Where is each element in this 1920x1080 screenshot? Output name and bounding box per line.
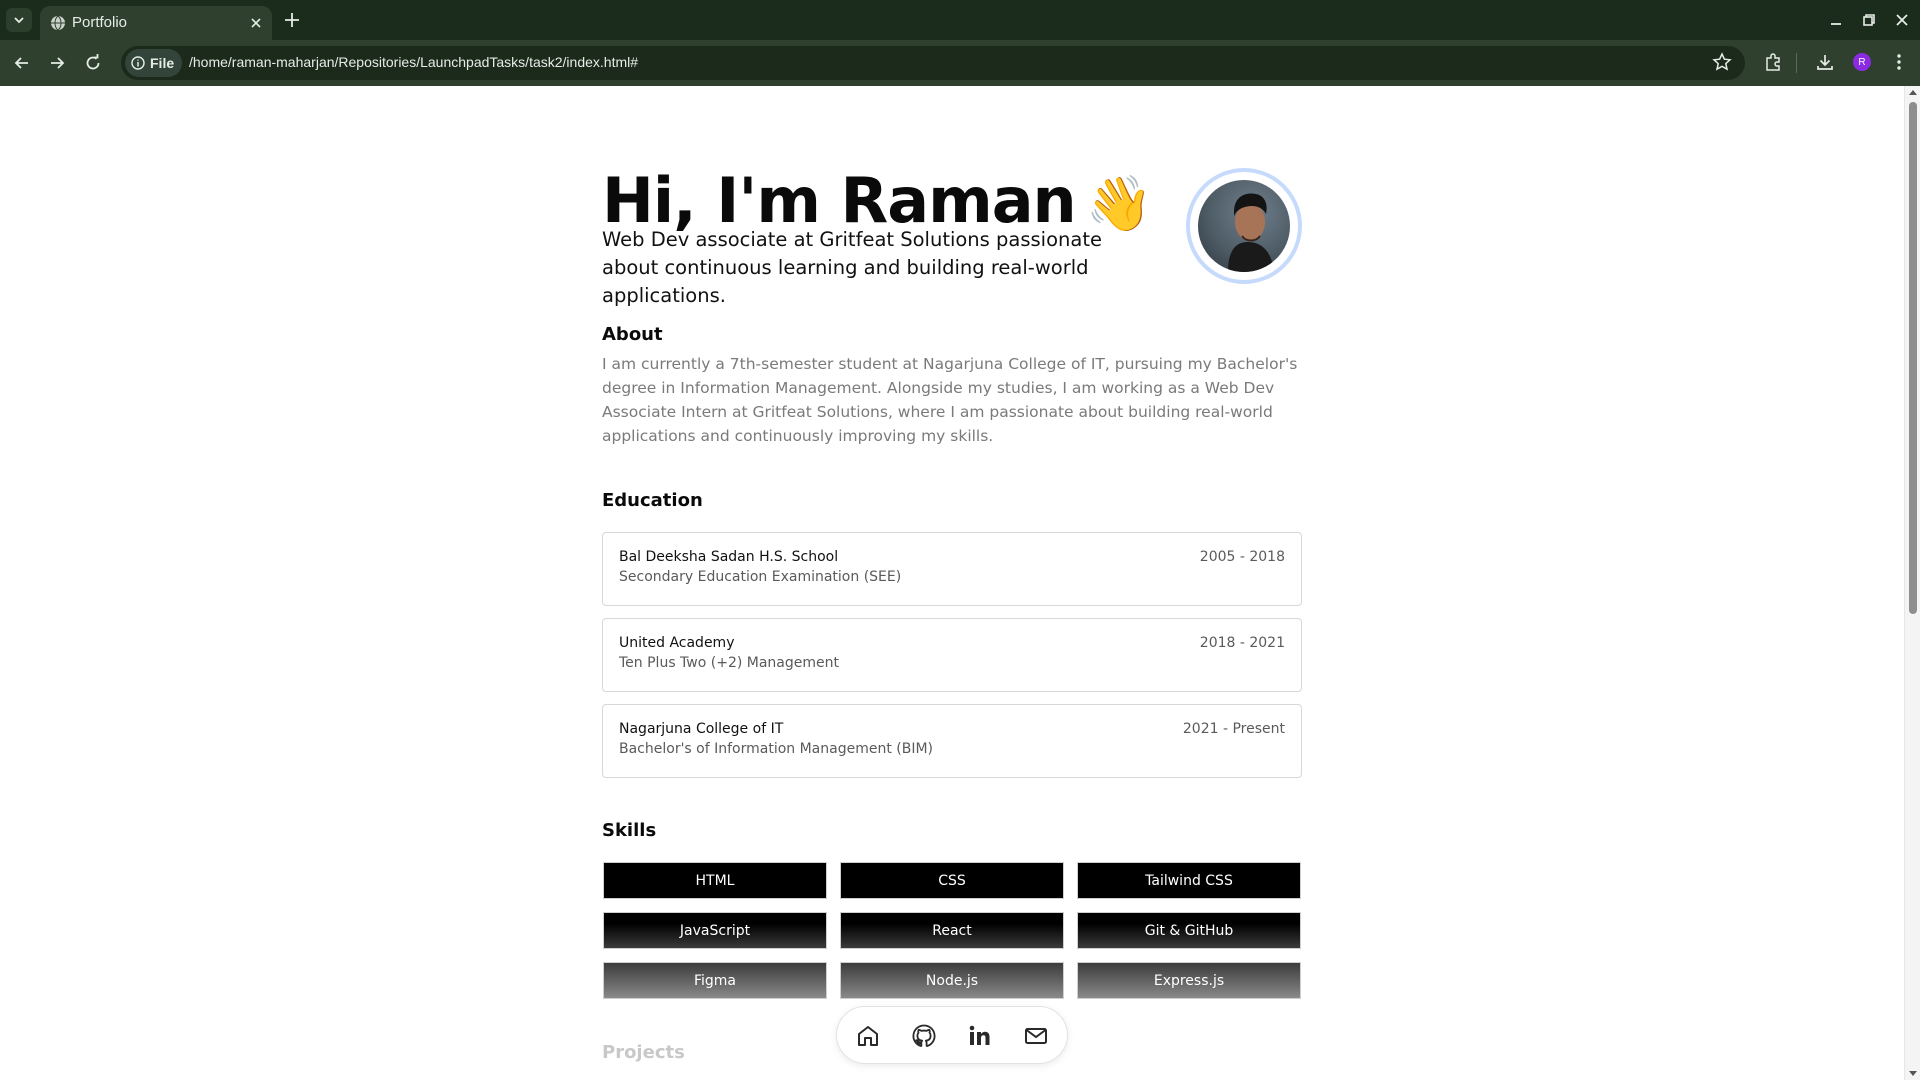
forward-arrow-icon[interactable] [46,52,68,74]
close-icon[interactable] [248,15,264,31]
hero-subtitle: Web Dev associate at Gritfeat Solutions … [602,228,1102,307]
site-info-chip[interactable]: File [125,49,183,77]
education-heading: Education [602,490,703,511]
education-years: 2018 - 2021 [1199,635,1285,651]
education-degree: Ten Plus Two (+2) Management [619,655,839,671]
about-heading: About [602,324,663,345]
chevron-down-icon [14,17,24,24]
info-icon [131,56,145,70]
education-school: Nagarjuna College of IT [619,721,784,737]
profile-photo [1198,180,1290,272]
skill-badge: Express.js [1077,962,1301,999]
education-years: 2021 - Present [1182,721,1285,737]
skill-badge: JavaScript [603,912,827,949]
browser-tab-strip: Portfolio [0,0,1920,40]
page-viewport: Hi, I'm Raman 👋 Web Dev associate at Grit… [0,86,1904,1080]
education-degree: Secondary Education Examination (SEE) [619,569,902,585]
new-tab-icon[interactable] [282,10,302,30]
scrollbar-thumb[interactable] [1909,102,1917,614]
file-label: File [150,55,175,71]
skill-badge: Node.js [840,962,1064,999]
extensions-icon[interactable] [1763,52,1783,72]
minimize-icon[interactable] [1828,12,1844,28]
browser-tab[interactable]: Portfolio [40,6,272,40]
github-link[interactable] [909,1021,939,1051]
education-card: United Academy Ten Plus Two (+2) Managem… [602,618,1302,692]
page-scrollbar[interactable] [1904,86,1920,1080]
skill-badge: React [840,912,1064,949]
mail-icon [1025,1028,1047,1044]
education-school: Bal Deeksha Sadan H.S. School [619,549,839,565]
skills-heading: Skills [602,820,657,841]
back-arrow-icon[interactable] [11,52,33,74]
education-school: United Academy [619,635,735,651]
bookmark-star-icon[interactable] [1712,52,1732,72]
about-text: I am currently a 7th-semester student at… [602,355,1298,445]
restore-icon[interactable] [1861,12,1877,28]
tab-search-button[interactable] [6,8,32,32]
linkedin-icon [969,1025,990,1045]
profile-avatar[interactable]: R [1853,53,1871,71]
email-link[interactable] [1021,1021,1051,1051]
close-window-icon[interactable] [1894,12,1910,28]
download-icon[interactable] [1815,52,1835,72]
skill-badge: HTML [603,862,827,899]
url-text[interactable]: /home/raman-maharjan/Repositories/Launch… [189,54,638,70]
social-dock [836,1006,1068,1064]
avatar [1186,168,1302,284]
linkedin-link[interactable] [965,1021,995,1051]
scroll-down-arrow-icon[interactable] [1909,1071,1917,1076]
tab-title: Portfolio [72,14,128,31]
github-icon [912,1024,936,1047]
skill-badge: Figma [603,962,827,999]
education-card: Bal Deeksha Sadan H.S. School Secondary … [602,532,1302,606]
skill-badge: Git & GitHub [1077,912,1301,949]
browser-toolbar: File /home/raman-maharjan/Repositories/L… [0,40,1920,86]
menu-dots-icon[interactable] [1889,52,1909,72]
projects-heading: Projects [602,1042,685,1063]
skill-badge: Tailwind CSS [1077,862,1301,899]
education-degree: Bachelor's of Information Management (BI… [619,741,934,757]
globe-icon [51,15,65,31]
education-years: 2005 - 2018 [1199,549,1285,565]
home-link[interactable] [853,1021,883,1051]
skill-badge: CSS [840,862,1064,899]
scroll-up-arrow-icon[interactable] [1909,90,1917,95]
address-bar[interactable]: File /home/raman-maharjan/Repositories/L… [121,46,1745,80]
reload-icon[interactable] [82,52,104,74]
home-icon [858,1026,878,1046]
education-card: Nagarjuna College of IT Bachelor's of In… [602,704,1302,778]
toolbar-divider [1796,53,1797,73]
